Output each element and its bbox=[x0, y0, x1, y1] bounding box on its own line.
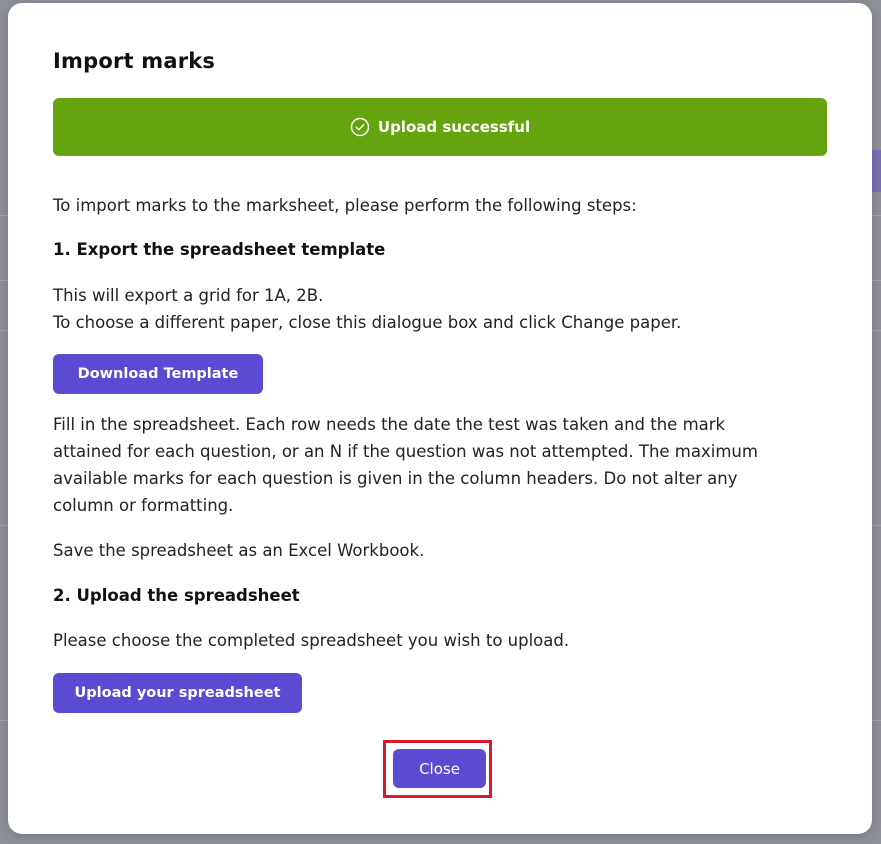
instructions-line-4: column or formatting. bbox=[53, 496, 234, 515]
step1-change-paper-info: To choose a different paper, close this … bbox=[53, 313, 682, 332]
import-marks-dialog: Import marks Upload successful To import… bbox=[8, 3, 872, 834]
instructions-line-2: attained for each question, or an N if t… bbox=[53, 442, 758, 461]
save-note: Save the spreadsheet as an Excel Workboo… bbox=[53, 541, 425, 560]
dialog-title: Import marks bbox=[53, 49, 216, 73]
upload-spreadsheet-button[interactable]: Upload your spreadsheet bbox=[53, 673, 302, 713]
step1-heading: 1. Export the spreadsheet template bbox=[53, 240, 386, 259]
instructions-line-1: Fill in the spreadsheet. Each row needs … bbox=[53, 415, 726, 434]
download-template-button[interactable]: Download Template bbox=[53, 354, 263, 394]
banner-text: Upload successful bbox=[377, 118, 531, 136]
check-circle-icon bbox=[350, 117, 370, 137]
close-button[interactable]: Close bbox=[393, 749, 486, 788]
instructions-line-3: available marks for each question is giv… bbox=[53, 469, 738, 488]
step2-heading: 2. Upload the spreadsheet bbox=[53, 586, 300, 605]
intro-text: To import marks to the marksheet, please… bbox=[53, 196, 637, 215]
upload-success-banner: Upload successful bbox=[53, 98, 827, 156]
step1-grid-info: This will export a grid for 1A, 2B. bbox=[53, 286, 324, 305]
step2-description: Please choose the completed spreadsheet … bbox=[53, 631, 570, 650]
